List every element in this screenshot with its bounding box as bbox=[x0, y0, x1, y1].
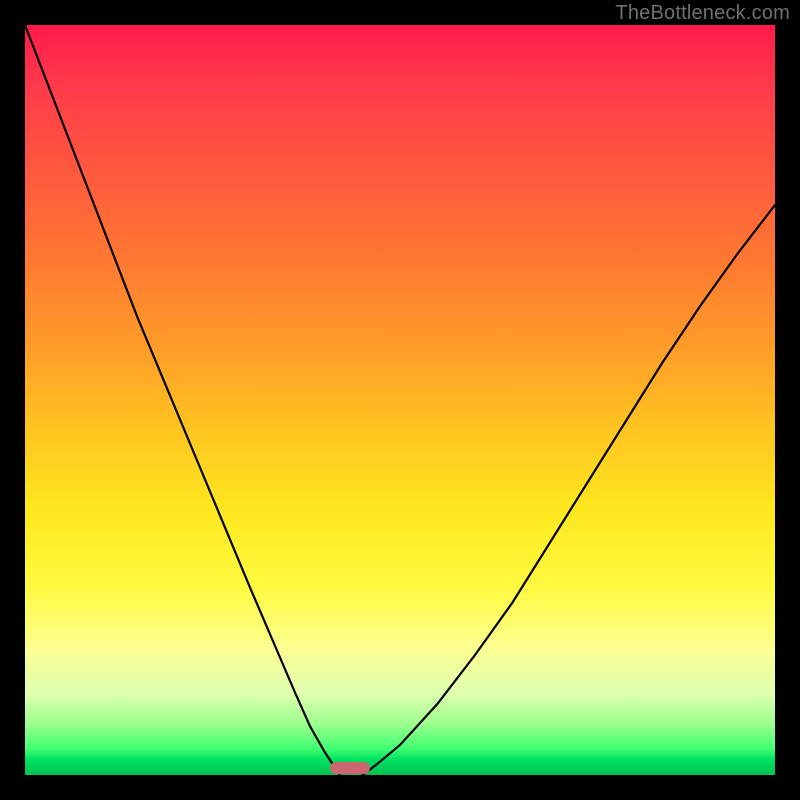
curve-left-branch bbox=[25, 25, 340, 775]
curve-svg bbox=[25, 25, 775, 775]
curve-right-branch bbox=[363, 205, 776, 775]
watermark-text: TheBottleneck.com bbox=[615, 2, 790, 25]
chart-frame: TheBottleneck.com bbox=[0, 0, 800, 800]
bottleneck-marker bbox=[330, 762, 370, 774]
plot-area bbox=[25, 25, 775, 775]
